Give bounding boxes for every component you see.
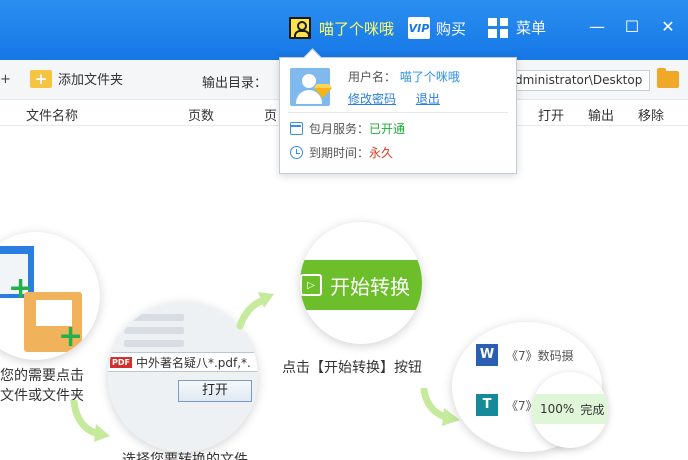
minimize-button[interactable]: — <box>584 14 610 38</box>
col-pages: 页数 <box>188 109 215 124</box>
username-label: 喵了个咪哦 <box>319 19 395 38</box>
text-file-icon: T <box>476 394 498 416</box>
buy-vip-button[interactable]: VIP 购买 <box>408 17 466 39</box>
file-name-field: PDF 中外著名疑八*.pdf,*. <box>108 352 258 372</box>
file-name-text: 中外著名疑八*.pdf,*. <box>135 355 251 370</box>
add-folder-label: 添加文件夹 <box>58 73 124 88</box>
step3-illustration: ▷ 开始转换 <box>300 222 422 344</box>
arrow-icon <box>236 292 274 330</box>
username-row: 用户名： 喵了个咪哦 <box>348 68 460 85</box>
expire-value: 永久 <box>369 146 394 160</box>
diamond-icon <box>314 84 332 98</box>
username-field-label: 用户名： <box>348 70 397 84</box>
divider <box>288 112 508 113</box>
buy-label: 购买 <box>436 19 467 38</box>
progress-complete-illustration: 100% 完成 <box>532 372 608 448</box>
step1-illustration: + + <box>0 232 100 360</box>
expire-label: 到期时间： <box>309 146 370 160</box>
vip-icon: VIP <box>408 17 430 39</box>
col-file-name: 文件名称 <box>26 109 79 124</box>
menu-grid-icon <box>488 17 508 38</box>
close-button[interactable]: ✕ <box>655 14 681 38</box>
add-folder-button[interactable]: + 添加文件夹 <box>30 69 123 88</box>
add-file-button-partial[interactable]: + <box>0 72 11 87</box>
service-status: 已开通 <box>369 122 406 136</box>
logout-link[interactable]: 退出 <box>416 92 440 106</box>
pdf-icon: PDF <box>110 356 132 368</box>
account-links: 修改密码 退出 <box>348 90 440 107</box>
service-row: 包月服务： 已开通 <box>290 120 405 137</box>
change-password-link[interactable]: 修改密码 <box>348 92 396 106</box>
progress-done-label: 完成 <box>580 402 605 417</box>
start-convert-label: 开始转换 <box>330 274 410 299</box>
title-bar: 喵了个咪哦 VIP 购买 菜单 — ☐ ✕ <box>0 0 688 60</box>
dialog-open-button: 打开 <box>178 380 252 402</box>
add-folder-icon: + <box>30 69 52 88</box>
step2-caption: 选择您要转换的文件 <box>122 452 248 460</box>
output-dir-label: 输出目录： <box>202 76 268 91</box>
col-open: 打开 <box>538 109 565 124</box>
progress-bar: 100% 完成 <box>532 394 608 424</box>
calendar-icon <box>290 122 303 135</box>
browse-folder-icon[interactable] <box>657 68 679 88</box>
result-file-name: 《7》数码摄 <box>506 348 574 363</box>
user-icon <box>289 17 311 39</box>
word-icon: W <box>476 344 498 366</box>
progress-percent: 100% <box>540 402 575 416</box>
col-output: 输出 <box>588 109 615 124</box>
menu-label: 菜单 <box>516 19 547 37</box>
popup-username: 喵了个咪哦 <box>399 70 460 84</box>
play-icon: ▷ <box>300 274 322 296</box>
service-label: 包月服务： <box>309 122 370 136</box>
menu-button[interactable]: 菜单 <box>488 17 546 38</box>
output-path-input[interactable]: dministrator\Desktop <box>510 70 650 91</box>
add-plus-icon: + <box>58 319 84 354</box>
result-row: W 《7》数码摄 <box>476 342 596 368</box>
col-remove: 移除 <box>638 109 665 124</box>
maximize-button[interactable]: ☐ <box>619 14 645 38</box>
col-pages-partial: 页 <box>264 109 278 124</box>
expire-row: 到期时间： 永久 <box>290 144 393 161</box>
step3-caption: 点击【开始转换】按钮 <box>282 360 422 376</box>
start-convert-button-illustration: ▷ 开始转换 <box>300 260 422 310</box>
clock-icon <box>290 146 303 159</box>
step1-caption-line1: 您的需要点击 <box>0 368 84 384</box>
user-account-button[interactable]: 喵了个咪哦 <box>289 17 394 39</box>
user-info-popup: 用户名： 喵了个咪哦 修改密码 退出 包月服务： 已开通 到期时间： 永久 <box>279 57 517 174</box>
